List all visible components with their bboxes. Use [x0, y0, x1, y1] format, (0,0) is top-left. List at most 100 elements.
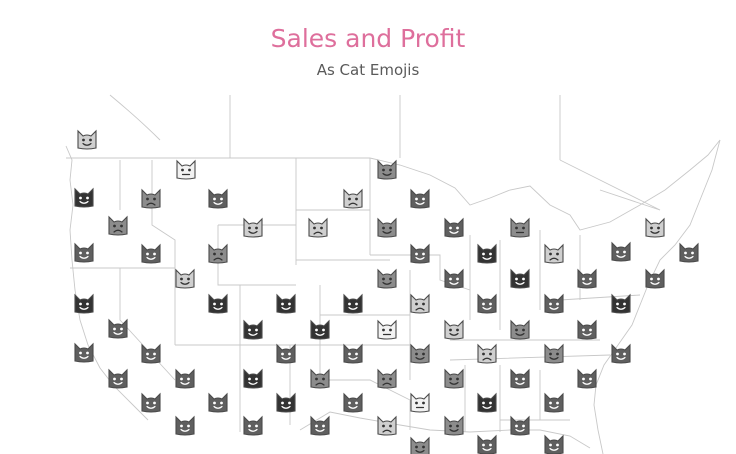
cat-head-icon: [544, 293, 564, 314]
cat-marker-or[interactable]: [74, 242, 94, 263]
cat-marker-nc[interactable]: [175, 368, 195, 389]
cat-eye-icon: [382, 226, 385, 230]
cat-marker-vt[interactable]: [645, 217, 665, 238]
cat-head-icon: [477, 434, 497, 454]
cat-marker-id[interactable]: [141, 188, 161, 209]
cat-marker-ok[interactable]: [544, 343, 564, 364]
cat-marker-mn[interactable]: [410, 188, 430, 209]
cat-marker-sd[interactable]: [308, 217, 328, 238]
cat-eye-icon: [389, 277, 392, 281]
cat-eye-icon: [489, 401, 492, 405]
cat-marker-mo[interactable]: [477, 293, 497, 314]
cat-eye-icon: [188, 168, 191, 172]
cat-head-icon: [276, 343, 296, 364]
cat-marker-id-south[interactable]: [141, 243, 161, 264]
cat-marker-tn-north[interactable]: [141, 343, 161, 364]
cat-marker-ia[interactable]: [444, 268, 464, 289]
cat-marker-ms-south[interactable]: [544, 434, 564, 454]
cat-eye-icon: [288, 352, 291, 356]
cat-head-icon: [310, 415, 330, 436]
cat-eye-icon: [456, 328, 459, 332]
cat-head-icon: [611, 343, 631, 364]
cat-marker-wy-north[interactable]: [243, 217, 263, 238]
cat-marker-ga[interactable]: [310, 415, 330, 436]
cat-marker-nm[interactable]: [377, 368, 397, 389]
border-ny-north: [599, 189, 661, 211]
cat-head-icon: [611, 293, 631, 314]
cat-marker-mi-south[interactable]: [544, 243, 564, 264]
cat-eye-icon: [456, 226, 459, 230]
cat-marker-ar-north[interactable]: [611, 343, 631, 364]
cat-marker-co-south[interactable]: [444, 319, 464, 340]
cat-eye-icon: [355, 302, 358, 306]
cat-marker-mo-south[interactable]: [577, 319, 597, 340]
cat-marker-ar[interactable]: [510, 368, 530, 389]
cat-marker-sc[interactable]: [208, 392, 228, 413]
cat-marker-ma[interactable]: [679, 242, 699, 263]
cat-marker-tn[interactable]: [108, 368, 128, 389]
cat-marker-ca-central[interactable]: [343, 343, 363, 364]
cat-marker-il-north[interactable]: [477, 243, 497, 264]
cat-marker-wi-east[interactable]: [444, 217, 464, 238]
cat-marker-ut[interactable]: [276, 293, 296, 314]
cat-marker-or-east[interactable]: [108, 215, 128, 236]
cat-marker-ks[interactable]: [410, 293, 430, 314]
cat-marker-az-north[interactable]: [410, 343, 430, 364]
cat-head-icon: [175, 368, 195, 389]
cat-marker-ky[interactable]: [74, 342, 94, 363]
cat-marker-ms-north[interactable]: [577, 368, 597, 389]
cat-marker-ia-north[interactable]: [410, 243, 430, 264]
cat-eye-icon: [415, 401, 418, 405]
cat-marker-co[interactable]: [343, 293, 363, 314]
cat-marker-oh[interactable]: [611, 293, 631, 314]
cat-marker-tx-north[interactable]: [444, 368, 464, 389]
cat-marker-nv-north[interactable]: [175, 268, 195, 289]
cat-eye-icon: [389, 328, 392, 332]
cat-marker-tx-east[interactable]: [477, 434, 497, 454]
cat-marker-mn-north[interactable]: [377, 159, 397, 180]
cat-marker-nm-far-south[interactable]: [377, 415, 397, 436]
cat-marker-pa[interactable]: [645, 268, 665, 289]
cat-marker-la-north[interactable]: [544, 392, 564, 413]
cat-marker-mi[interactable]: [510, 217, 530, 238]
cat-eye-icon: [616, 302, 619, 306]
cat-marker-ca-south[interactable]: [243, 368, 263, 389]
cat-marker-ks-south[interactable]: [510, 319, 530, 340]
cat-head-icon: [544, 243, 564, 264]
cat-marker-nj[interactable]: [74, 293, 94, 314]
cat-marker-wi[interactable]: [377, 217, 397, 238]
cat-head-icon: [74, 242, 94, 263]
cat-eye-icon: [415, 197, 418, 201]
cat-marker-nd[interactable]: [343, 188, 363, 209]
cat-marker-oh-west[interactable]: [577, 268, 597, 289]
cat-eye-icon: [180, 277, 183, 281]
cat-marker-wa-north[interactable]: [77, 129, 97, 150]
cat-eye-icon: [449, 226, 452, 230]
cat-marker-ny[interactable]: [611, 241, 631, 262]
cat-marker-az-south[interactable]: [343, 392, 363, 413]
cat-marker-nm-south[interactable]: [410, 392, 430, 413]
cat-marker-mt[interactable]: [208, 188, 228, 209]
cat-eye-icon: [623, 250, 626, 254]
cat-marker-nm-north[interactable]: [477, 343, 497, 364]
cat-marker-al[interactable]: [243, 415, 263, 436]
cat-marker-wv[interactable]: [108, 318, 128, 339]
cat-marker-al-north[interactable]: [141, 392, 161, 413]
cat-marker-mt-north[interactable]: [176, 159, 196, 180]
cat-marker-tx[interactable]: [477, 392, 497, 413]
cat-marker-tx-west[interactable]: [410, 436, 430, 454]
cat-marker-ca-southeast[interactable]: [276, 392, 296, 413]
cat-marker-wa[interactable]: [74, 187, 94, 208]
cat-marker-il[interactable]: [510, 268, 530, 289]
cat-marker-tx-central[interactable]: [444, 415, 464, 436]
cat-eye-icon: [86, 351, 89, 355]
cat-eye-icon: [456, 277, 459, 281]
cat-marker-in[interactable]: [544, 293, 564, 314]
cat-eye-icon: [489, 443, 492, 447]
cat-marker-ca-north[interactable]: [208, 293, 228, 314]
cat-marker-ms[interactable]: [175, 415, 195, 436]
cat-marker-ne[interactable]: [377, 268, 397, 289]
cat-marker-va[interactable]: [276, 343, 296, 364]
cat-marker-nv[interactable]: [377, 319, 397, 340]
cat-marker-md[interactable]: [243, 319, 263, 340]
